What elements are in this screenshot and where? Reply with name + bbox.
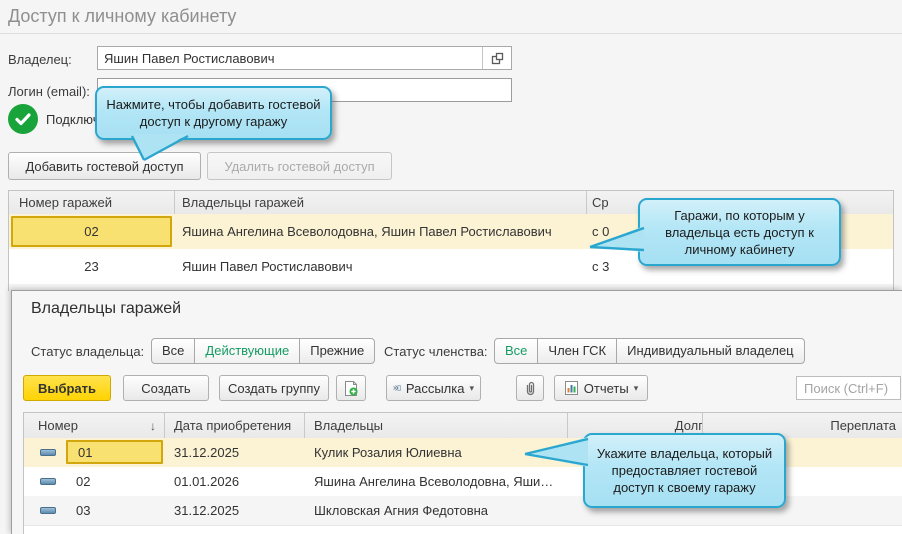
report-chart-icon (564, 380, 579, 396)
tooltip-tail (518, 437, 590, 473)
connected-status-icon (8, 104, 38, 134)
filter-owner-active[interactable]: Действующие (194, 338, 300, 364)
list-item-icon (40, 507, 56, 514)
page-title: Доступ к личному кабинету (8, 6, 236, 27)
attachment-button[interactable] (516, 375, 544, 401)
owner-input[interactable] (98, 47, 482, 69)
filter-membership-member[interactable]: Член ГСК (537, 338, 617, 364)
filter-membership-all[interactable]: Все (494, 338, 538, 364)
check-icon (15, 113, 31, 126)
owner-number: 01 (78, 445, 92, 460)
chevron-down-icon: ▾ (469, 383, 474, 394)
screen: Доступ к личному кабинету Владелец: Логи… (0, 0, 902, 534)
owner-label: Владелец: (8, 52, 72, 67)
focused-cell[interactable]: 01 (66, 440, 163, 464)
tooltip-add-guest-access: Нажмите, чтобы добавить гостевой доступ … (95, 86, 332, 140)
garage-number[interactable]: 23 (9, 249, 174, 284)
reports-button[interactable]: Отчеты ▾ (554, 375, 648, 401)
owner-field-wrap (97, 46, 512, 70)
mailing-button[interactable]: Рассылка ▾ (386, 375, 481, 401)
garage-owners[interactable]: Яшин Павел Ростиславович (182, 249, 584, 284)
purchase-date[interactable]: 01.01.2026 (174, 467, 302, 496)
new-document-icon (343, 380, 359, 397)
membership-status-filter: Все Член ГСК Индивидуальный владелец (494, 338, 805, 364)
purchase-date[interactable]: 31.12.2025 (174, 496, 302, 525)
purchase-date[interactable]: 31.12.2025 (174, 438, 302, 467)
search-input[interactable] (796, 376, 901, 400)
paperclip-icon (524, 381, 537, 396)
login-label: Логин (email): (8, 84, 90, 99)
owner-status-label: Статус владельца: (31, 344, 144, 359)
reports-label: Отчеты (584, 381, 629, 396)
mailing-icon (393, 381, 401, 395)
owner-number[interactable]: 02 (76, 467, 162, 496)
garage-owners[interactable]: Яшина Ангелина Всеволодовна, Яшин Павел … (182, 214, 584, 249)
filter-owner-all[interactable]: Все (151, 338, 195, 364)
create-button[interactable]: Создать (123, 375, 209, 401)
garage-number: 02 (84, 224, 98, 239)
list-item-icon (40, 449, 56, 456)
open-form-icon (491, 52, 504, 65)
owner-number[interactable]: 03 (76, 496, 162, 525)
filter-owner-former[interactable]: Прежние (299, 338, 375, 364)
tooltip-tail (584, 226, 648, 256)
filter-membership-individual[interactable]: Индивидуальный владелец (616, 338, 805, 364)
create-group-button[interactable]: Создать группу (219, 375, 329, 401)
owner-status-filter: Все Действующие Прежние (151, 338, 375, 364)
col-header-number[interactable]: Номер (38, 413, 148, 438)
col-header-garage-owners[interactable]: Владельцы гаражей (182, 191, 582, 214)
owners-window-title: Владельцы гаражей (31, 300, 181, 318)
membership-status-label: Статус членства: (384, 344, 488, 359)
tooltip-garages-access: Гаражи, по которым у владельца есть дост… (638, 198, 841, 266)
open-owner-button[interactable] (482, 47, 511, 69)
sort-desc-icon[interactable]: ↓ (150, 413, 162, 438)
focused-cell[interactable]: 02 (11, 216, 172, 247)
col-header-purchase-date[interactable]: Дата приобретения (174, 413, 304, 438)
select-button[interactable]: Выбрать (23, 375, 111, 401)
tooltip-tail (118, 134, 198, 162)
owner-names[interactable]: Шкловская Агния Федотовна (314, 496, 566, 525)
chevron-down-icon: ▾ (634, 383, 639, 394)
col-header-owners[interactable]: Владельцы (314, 413, 564, 438)
remove-guest-access-button: Удалить гостевой доступ (207, 152, 392, 180)
title-separator (0, 33, 902, 34)
col-header-garage-number[interactable]: Номер гаражей (19, 191, 169, 214)
tooltip-choose-owner: Укажите владельца, который предоставляет… (583, 433, 786, 508)
list-item-icon (40, 478, 56, 485)
mailing-label: Рассылка (406, 381, 465, 396)
create-new-item-button[interactable] (336, 375, 366, 401)
